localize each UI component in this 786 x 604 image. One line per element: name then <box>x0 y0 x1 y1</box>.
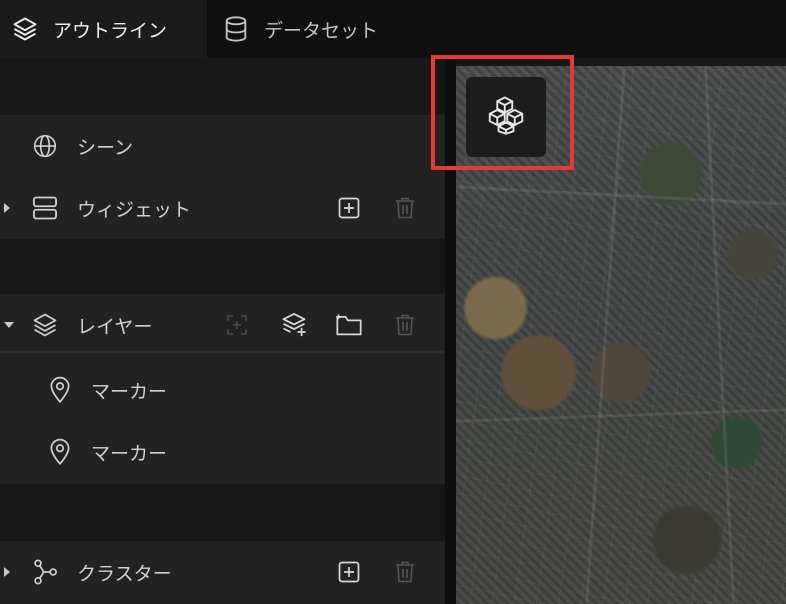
map-road <box>456 185 786 206</box>
widget-icon <box>30 193 60 223</box>
add-widget-icon[interactable] <box>335 194 363 222</box>
tab-dataset-label: データセット <box>264 19 379 42</box>
outline-item-label: マーカー <box>91 442 168 465</box>
collapse-caret-icon[interactable] <box>4 322 14 328</box>
outline-item-scene[interactable]: シーン <box>0 115 445 177</box>
highlight-box <box>431 55 574 170</box>
tab-outline[interactable]: アウトライン <box>0 0 207 58</box>
trash-icon[interactable] <box>391 311 419 339</box>
focus-icon[interactable] <box>223 311 251 339</box>
layers-section: レイヤー マーカー マーカー <box>0 294 445 484</box>
outline-item-label: シーン <box>77 136 134 159</box>
add-folder-icon[interactable] <box>335 311 363 339</box>
trash-icon[interactable] <box>391 194 419 222</box>
map-pin-icon <box>45 437 75 467</box>
map-road <box>456 408 786 423</box>
add-layer-icon[interactable] <box>280 311 308 339</box>
outline-item-layers[interactable]: レイヤー <box>0 294 445 356</box>
layers-icon <box>30 310 60 340</box>
map-pin-icon <box>45 375 75 405</box>
tab-outline-label: アウトライン <box>53 19 168 42</box>
globe-icon <box>30 131 60 161</box>
cluster-icon <box>30 557 60 587</box>
expand-caret-icon[interactable] <box>4 567 10 577</box>
outline-item-widgets[interactable]: ウィジェット <box>0 177 445 239</box>
outline-item-label: クラスター <box>77 562 172 585</box>
trash-icon[interactable] <box>391 558 419 586</box>
scene-section: シーン ウィジェット <box>0 115 445 239</box>
layers-icon <box>10 14 40 44</box>
map-road <box>703 66 736 604</box>
cluster-section: クラスター <box>0 541 445 604</box>
outline-item-marker[interactable]: マーカー <box>0 421 445 483</box>
add-cluster-icon[interactable] <box>335 558 363 586</box>
map-road <box>585 66 626 604</box>
outline-item-label: マーカー <box>91 380 168 403</box>
tab-bar: アウトライン データセット <box>0 0 786 58</box>
tab-dataset[interactable]: データセット <box>207 0 445 58</box>
divider <box>0 351 445 353</box>
outline-item-label: レイヤー <box>77 315 153 338</box>
outline-item-label: ウィジェット <box>77 198 192 221</box>
outline-item-cluster[interactable]: クラスター <box>0 541 445 603</box>
outline-panel: シーン ウィジェット レイヤー マーカー マーカー クラスター <box>0 58 445 604</box>
database-icon <box>221 14 251 44</box>
outline-item-marker[interactable]: マーカー <box>0 359 445 421</box>
expand-caret-icon[interactable] <box>4 203 10 213</box>
